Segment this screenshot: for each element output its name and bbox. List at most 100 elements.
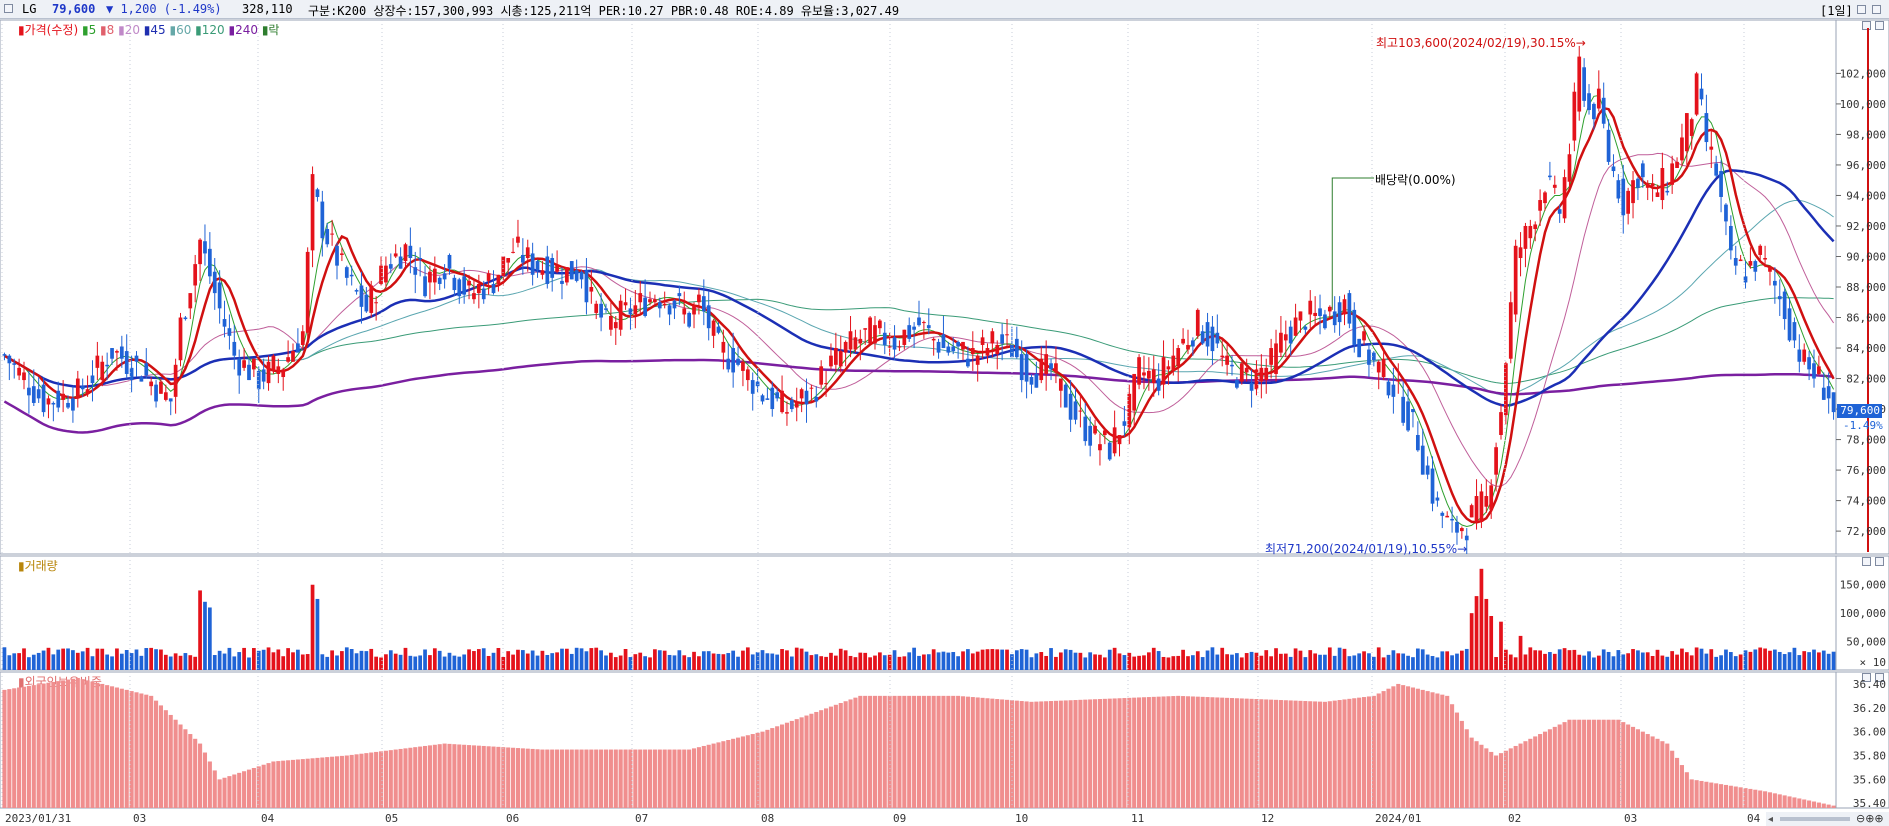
foreign-bar <box>1337 700 1342 808</box>
volume-bar <box>824 656 828 670</box>
foreign-bar <box>1386 688 1391 808</box>
foreign-bar <box>51 681 56 808</box>
volume-bar <box>569 653 574 670</box>
foreign-bar <box>691 748 697 808</box>
foreign-bar <box>403 748 408 808</box>
candle-body <box>966 358 970 367</box>
foreign-bar <box>481 745 486 808</box>
price-tick-label: 82,000 <box>1846 373 1886 386</box>
foreign-bar <box>882 695 887 808</box>
candle-body <box>183 317 188 320</box>
volume-bar <box>413 656 418 670</box>
candle-body <box>1112 427 1117 454</box>
chart-scrollbar[interactable]: ◂ ⊖⊕⊕ <box>1766 812 1889 826</box>
candle-body <box>115 351 119 353</box>
scroll-thumb[interactable] <box>1780 817 1850 821</box>
candle-body <box>1230 364 1234 367</box>
foreign-bar <box>383 750 388 808</box>
volume-bar <box>520 650 525 670</box>
volume-bar <box>907 652 912 670</box>
candle-body <box>207 248 212 277</box>
foreign-bar <box>207 761 212 808</box>
foreign-bar <box>1391 686 1396 808</box>
candle-body <box>149 381 154 387</box>
foreign-bar <box>315 757 320 808</box>
candle-body <box>129 367 134 381</box>
foreign-bar <box>613 749 618 808</box>
volume-bar <box>1758 647 1763 670</box>
foreign-bar <box>413 747 418 808</box>
candle-body <box>711 320 716 336</box>
foreign-bar <box>237 772 242 808</box>
candle-body <box>584 270 589 303</box>
candle-body <box>1367 349 1371 365</box>
dividend-annotation: 배당락(0.00%) <box>1375 173 1456 187</box>
foreign-bar <box>1205 697 1210 808</box>
candle-body <box>1195 309 1200 336</box>
candle-body <box>27 387 31 396</box>
candle-body <box>1303 326 1308 330</box>
candle-body <box>1005 334 1009 336</box>
foreign-bar <box>1357 697 1362 808</box>
x-tick-label: 11 <box>1131 812 1144 825</box>
volume-bar <box>834 655 838 670</box>
foreign-bar <box>1122 698 1127 808</box>
x-tick-label: 03 <box>133 812 146 825</box>
foreign-bar <box>652 749 657 808</box>
candle-body <box>1636 178 1640 188</box>
volume-bar <box>129 653 134 670</box>
foreign-bar <box>41 683 46 808</box>
foreign-bar <box>1626 724 1631 808</box>
foreign-bar <box>2 689 7 808</box>
volume-bar <box>168 656 173 670</box>
foreign-bar <box>281 760 286 808</box>
volume-bar <box>667 654 672 670</box>
foreign-bar <box>21 686 27 808</box>
candle-body <box>159 381 163 394</box>
foreign-bar <box>863 695 868 808</box>
candle-body <box>423 276 427 297</box>
zoom-icons[interactable]: ⊖⊕⊕ <box>1856 812 1884 825</box>
volume-bar <box>256 650 261 670</box>
foreign-bar <box>1733 786 1738 808</box>
foreign-bar <box>1249 698 1254 808</box>
foreign-bar <box>310 758 315 808</box>
volume-bar <box>1274 648 1278 670</box>
foreign-bar <box>770 728 775 808</box>
volume-bar <box>1645 652 1650 670</box>
foreign-bar <box>1004 699 1010 808</box>
candle-body <box>995 344 1000 355</box>
volume-bar <box>1826 653 1831 670</box>
volume-bar <box>1636 650 1640 670</box>
foreign-bar <box>369 752 374 808</box>
scroll-left-icon[interactable]: ◂ <box>1768 814 1773 825</box>
foreign-bar <box>750 734 755 808</box>
volume-bar <box>198 590 202 670</box>
foreign-bar <box>437 744 442 808</box>
volume-bar <box>1802 651 1807 670</box>
candle-body <box>1601 97 1606 124</box>
x-tick-label: 03 <box>1624 812 1637 825</box>
foreign-bar <box>1616 719 1621 808</box>
foreign-bar <box>1450 704 1455 808</box>
volume-bar <box>609 652 613 670</box>
volume-bar <box>1562 648 1567 670</box>
candle-body <box>1244 367 1249 373</box>
volume-bar <box>882 655 887 670</box>
volume-bar <box>584 651 589 670</box>
candle-body <box>912 326 916 330</box>
candle-body <box>687 312 691 327</box>
foreign-bar <box>1185 696 1191 808</box>
volume-bar <box>1073 652 1078 670</box>
foreign-bar <box>1313 701 1318 808</box>
price-tick-label: 86,000 <box>1846 312 1886 325</box>
volume-bar <box>506 651 511 670</box>
last-price-tag: 79,600 <box>1837 404 1882 418</box>
candle-body <box>237 358 242 376</box>
candle-body <box>1665 190 1670 193</box>
candle-body <box>1724 204 1728 222</box>
foreign-bar <box>765 729 770 808</box>
foreign-bar <box>1660 741 1665 808</box>
candle-body <box>178 317 183 361</box>
foreign-bar <box>1048 701 1054 808</box>
